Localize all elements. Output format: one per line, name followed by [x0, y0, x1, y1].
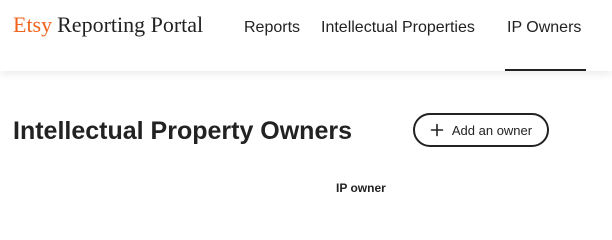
- add-owner-button[interactable]: Add an owner: [413, 113, 549, 147]
- brand[interactable]: Etsy Reporting Portal: [13, 10, 203, 40]
- top-navigation-bar: Etsy Reporting Portal Reports Intellectua…: [0, 0, 612, 71]
- etsy-logo: Etsy: [13, 12, 53, 37]
- page-title: Intellectual Property Owners: [13, 117, 352, 145]
- nav-ip-owners-link[interactable]: IP Owners: [507, 18, 581, 38]
- plus-icon: [430, 123, 444, 137]
- nav-reports-link[interactable]: Reports: [244, 18, 300, 38]
- add-owner-button-label: Add an owner: [451, 122, 533, 138]
- ip-owner-column-header: IP owner: [336, 181, 386, 195]
- active-nav-indicator: [505, 69, 586, 71]
- nav-intellectual-properties-link[interactable]: Intellectual Properties: [321, 18, 475, 38]
- portal-title: Reporting Portal: [57, 12, 204, 37]
